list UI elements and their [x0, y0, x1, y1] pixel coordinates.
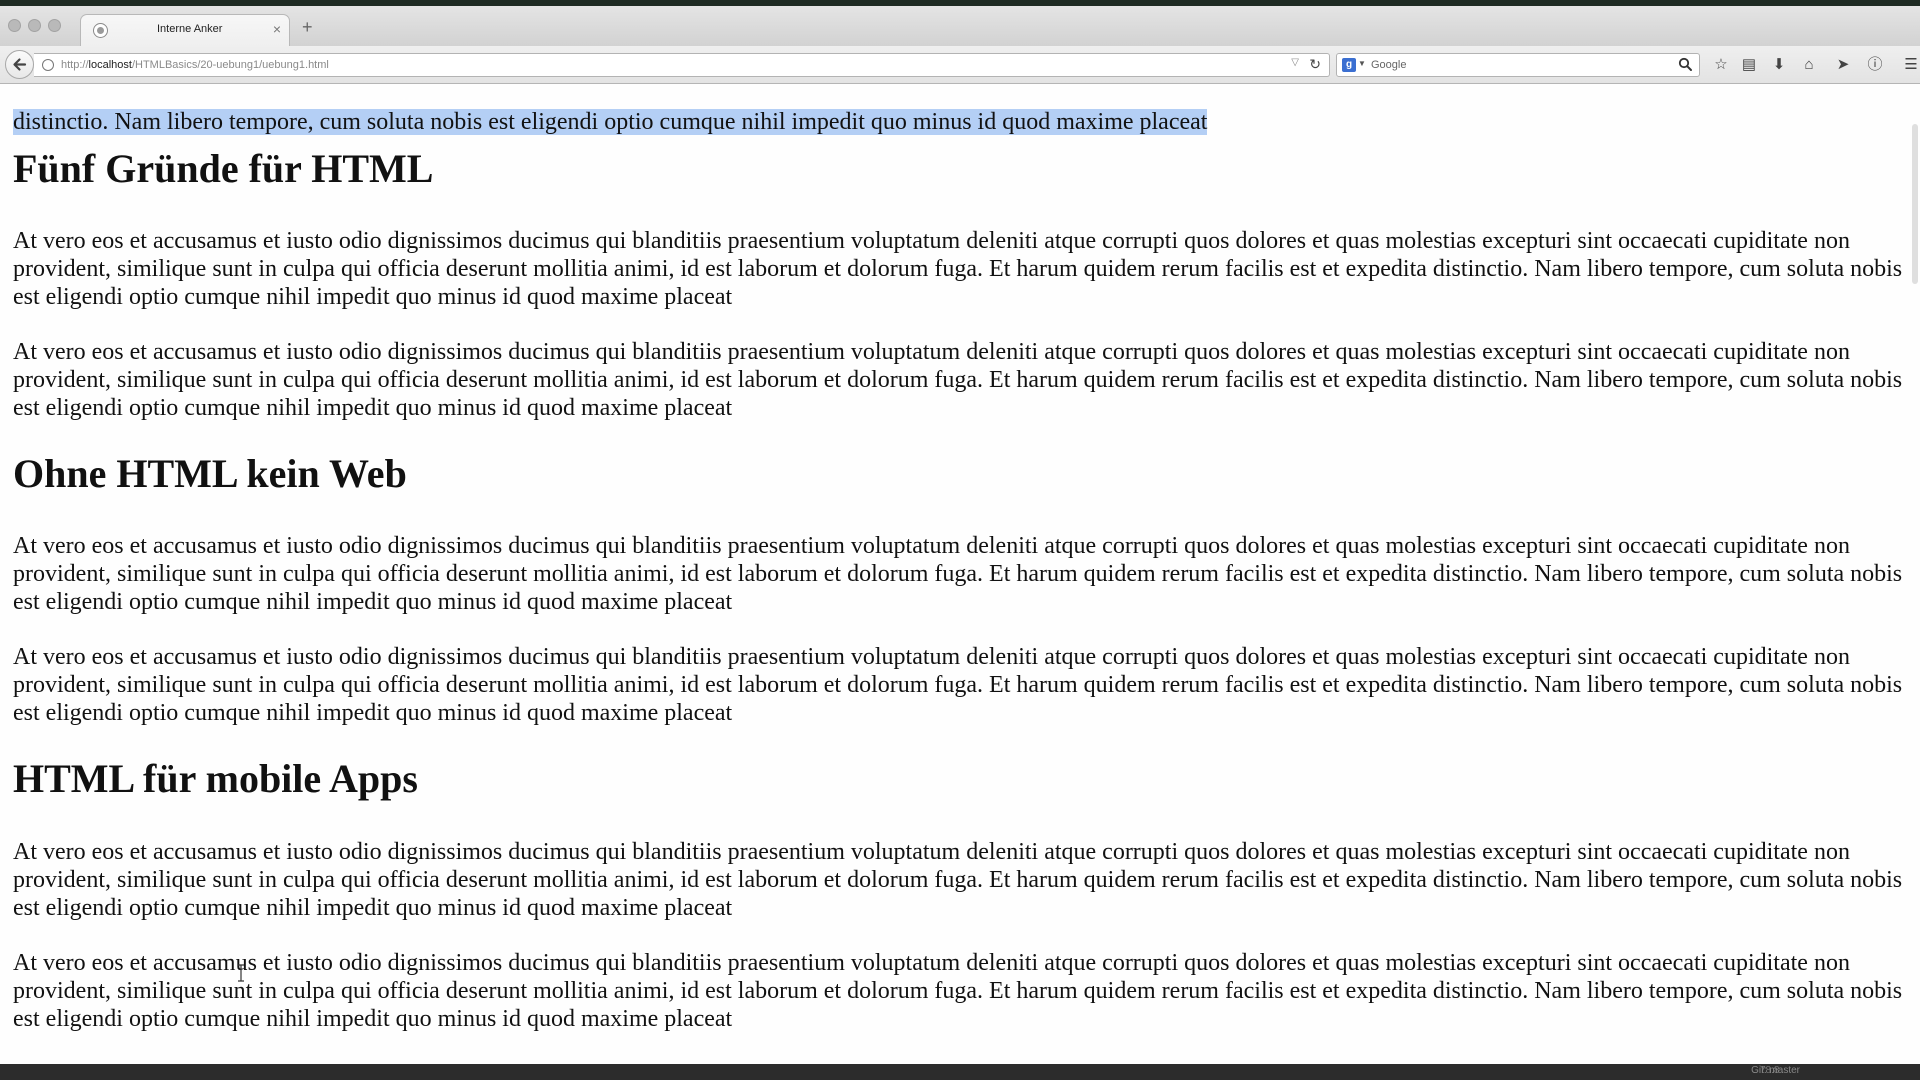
- heading-html-mobile: HTML für mobile Apps: [13, 756, 418, 801]
- tab-title: Interne Anker: [157, 23, 223, 35]
- tab-close-icon[interactable]: ×: [273, 21, 281, 37]
- reload-icon[interactable]: ↻: [1309, 56, 1321, 73]
- star-icon[interactable]: ☆: [1712, 56, 1730, 74]
- home-icon[interactable]: ⌂: [1800, 56, 1818, 74]
- arrow-left-icon: [13, 58, 27, 71]
- tab-bar: Interne Anker × +: [0, 6, 1920, 46]
- minimize-window-button[interactable]: [28, 19, 41, 32]
- url-text[interactable]: http://localhost/HTMLBasics/20-uebung1/u…: [61, 59, 329, 71]
- new-tab-button[interactable]: +: [302, 18, 313, 36]
- close-window-button[interactable]: [8, 19, 21, 32]
- chevron-down-icon[interactable]: ▽: [1291, 57, 1299, 68]
- clipboard-icon[interactable]: ▤: [1740, 56, 1758, 74]
- git-branch[interactable]: Git: master: [1751, 1065, 1800, 1076]
- paragraph: At vero eos et accusamus et iusto odio d…: [13, 644, 1903, 726]
- heading-funf-grunde: Fünf Gründe für HTML: [13, 146, 434, 191]
- zoom-window-button[interactable]: [48, 19, 61, 32]
- hamburger-menu-icon[interactable]: ☰: [1902, 56, 1920, 74]
- scrollbar-thumb[interactable]: [1912, 124, 1918, 284]
- info-icon[interactable]: ⓘ: [1866, 56, 1884, 74]
- editor-status-bar: 78:8 Git: master: [0, 1064, 1920, 1080]
- search-input[interactable]: Google: [1371, 59, 1406, 71]
- paragraph: At vero eos et accusamus et iusto odio d…: [13, 339, 1903, 421]
- chevron-down-icon[interactable]: ▼: [1358, 59, 1366, 68]
- search-engine-icon[interactable]: g: [1342, 58, 1356, 72]
- globe-icon: [42, 59, 54, 71]
- address-bar[interactable]: http://localhost/HTMLBasics/20-uebung1/u…: [34, 53, 1330, 77]
- tab-interne-anker[interactable]: Interne Anker ×: [80, 14, 290, 46]
- selected-paragraph: distinctio. Nam libero tempore, cum solu…: [13, 109, 1208, 135]
- search-icon[interactable]: [1678, 57, 1693, 72]
- paragraph: At vero eos et accusamus et iusto odio d…: [13, 839, 1903, 921]
- paper-plane-icon[interactable]: ➤: [1834, 56, 1852, 74]
- heading-ohne-html: Ohne HTML kein Web: [13, 451, 407, 496]
- page-viewport[interactable]: distinctio. Nam libero tempore, cum solu…: [0, 84, 1920, 1064]
- paragraph: At vero eos et accusamus et iusto odio d…: [13, 533, 1903, 615]
- download-icon[interactable]: ⬇: [1770, 56, 1788, 74]
- back-button[interactable]: [5, 50, 34, 79]
- search-bar[interactable]: g ▼ Google: [1336, 53, 1700, 77]
- text-cursor-icon: [238, 964, 244, 982]
- page-favicon-icon: [93, 23, 108, 38]
- navigation-toolbar: http://localhost/HTMLBasics/20-uebung1/u…: [0, 46, 1920, 84]
- paragraph: At vero eos et accusamus et iusto odio d…: [13, 950, 1903, 1032]
- paragraph: At vero eos et accusamus et iusto odio d…: [13, 228, 1903, 310]
